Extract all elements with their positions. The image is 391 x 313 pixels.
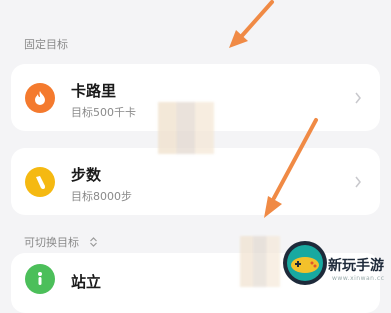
standing-title: 站立 <box>71 273 102 291</box>
switchable-goals-label-text: 可切换目标 <box>24 236 79 249</box>
annotation-arrow <box>229 0 274 48</box>
calorie-target: 目标500千卡 <box>71 106 136 119</box>
watermark-url: www.xinwan.cc <box>332 275 385 282</box>
chevron-right-icon <box>355 92 361 103</box>
flame-icon <box>25 82 55 113</box>
standing-person-icon <box>25 264 55 294</box>
watermark: 新玩手游 www.xinwan.cc <box>282 240 391 287</box>
watermark-text: 新玩手游 <box>328 258 384 274</box>
annotation-arrow <box>264 118 318 218</box>
mosaic-blur <box>240 236 280 287</box>
calorie-title: 卡路里 <box>71 82 117 100</box>
mosaic-blur <box>158 102 214 154</box>
footprint-icon <box>25 166 55 197</box>
game-controller-logo-icon <box>283 241 327 285</box>
chevron-right-icon <box>355 176 361 187</box>
steps-target: 目标8000步 <box>71 190 132 203</box>
steps-title: 步数 <box>71 166 102 184</box>
switchable-goals-section-label: 可切换目标 <box>24 234 98 250</box>
sort-toggle-icon[interactable] <box>89 237 98 247</box>
steps-goal-card[interactable]: 步数 目标8000步 <box>11 148 380 215</box>
fixed-goals-section-label: 固定目标 <box>24 38 68 51</box>
